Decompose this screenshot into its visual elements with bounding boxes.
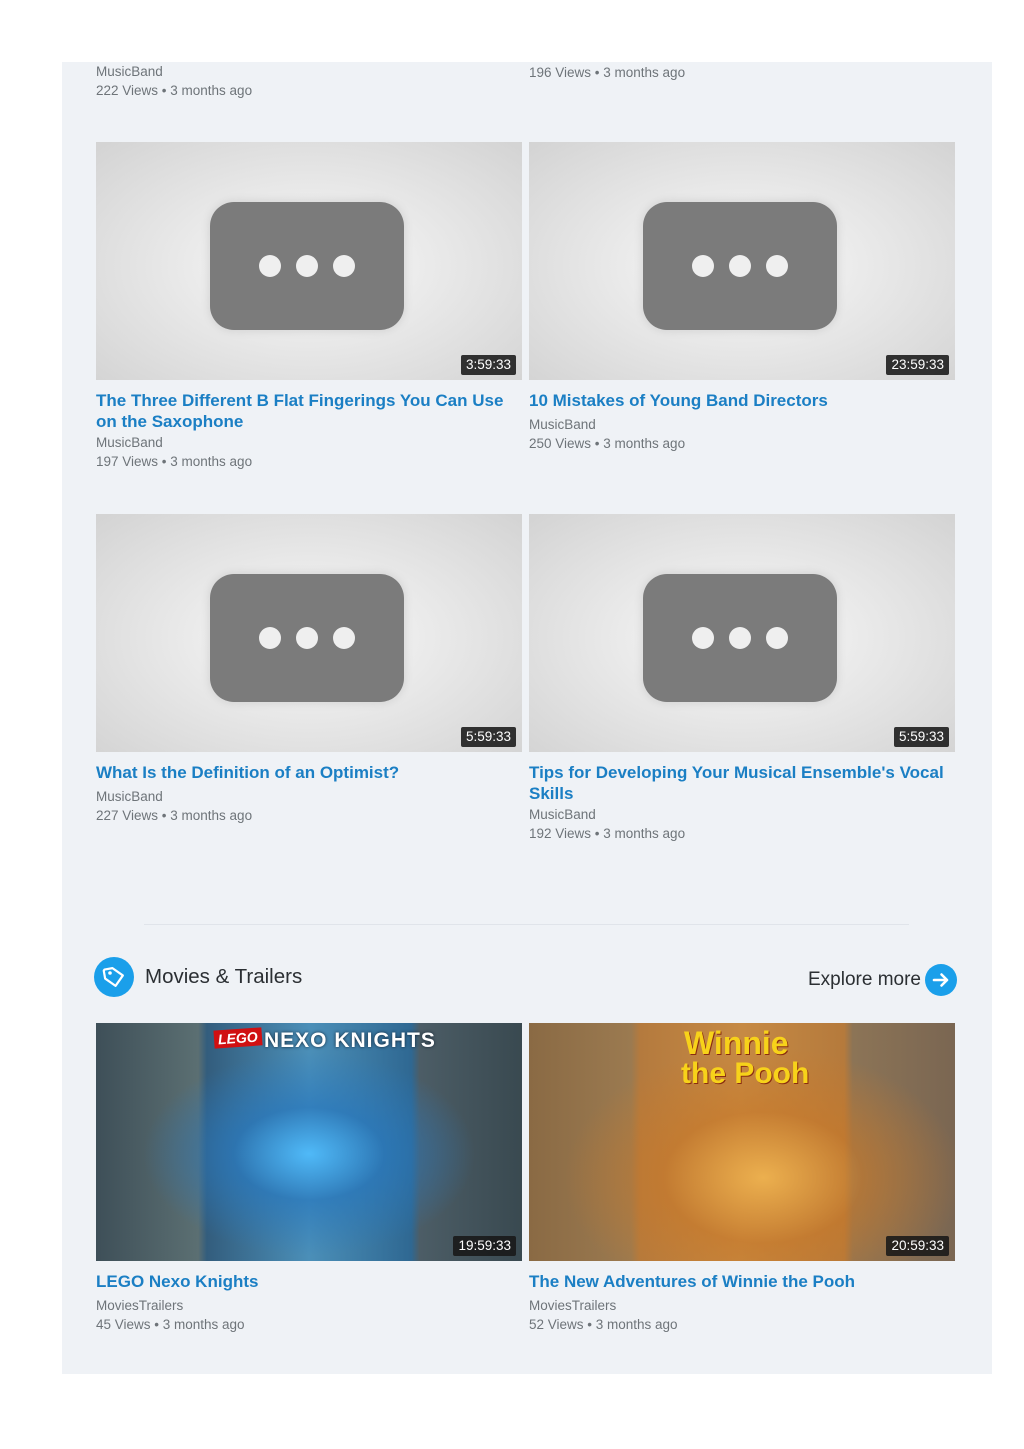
video-thumbnail[interactable]: 3:59:33 — [96, 142, 522, 380]
video-title[interactable]: The New Adventures of Winnie the Pooh — [529, 1272, 953, 1293]
poster-title: NEXO KNIGHTS — [264, 1029, 436, 1052]
section-divider — [144, 924, 909, 925]
video-placeholder-icon — [643, 202, 837, 330]
video-duration: 20:59:33 — [886, 1236, 949, 1256]
video-meta: 52 Views • 3 months ago — [529, 1317, 678, 1332]
video-duration: 3:59:33 — [460, 355, 516, 375]
video-meta: 222 Views • 3 months ago — [96, 83, 253, 98]
video-meta: 196 Views • 3 months ago — [529, 65, 686, 80]
video-title[interactable]: What Is the Definition of an Optimist? — [96, 763, 520, 784]
video-title[interactable]: Tips for Developing Your Musical Ensembl… — [529, 763, 953, 804]
video-meta: 250 Views • 3 months ago — [529, 436, 686, 451]
movie-thumbnail[interactable]: Winnie the Pooh 20:59:33 — [529, 1023, 955, 1261]
poster-title-line2: the Pooh — [681, 1057, 810, 1090]
explore-more-label: Explore more — [808, 969, 921, 990]
category-title: Movies & Trailers — [145, 965, 303, 988]
video-duration: 23:59:33 — [886, 355, 949, 375]
video-meta: 197 Views • 3 months ago — [96, 454, 253, 469]
video-channel[interactable]: MoviesTrailers — [529, 1296, 616, 1315]
explore-more-link[interactable]: Explore more — [808, 964, 957, 996]
video-thumbnail[interactable]: 5:59:33 — [96, 514, 522, 752]
video-title[interactable]: LEGO Nexo Knights — [96, 1272, 520, 1293]
video-title[interactable]: The Three Different B Flat Fingerings Yo… — [96, 391, 520, 432]
video-channel[interactable]: MusicBand — [529, 415, 596, 434]
video-placeholder-icon — [210, 574, 404, 702]
video-channel[interactable]: MoviesTrailers — [96, 1296, 183, 1315]
tag-icon[interactable] — [94, 957, 134, 997]
video-channel[interactable]: MusicBand — [529, 805, 596, 824]
video-channel[interactable]: MusicBand — [96, 433, 163, 452]
video-meta: 227 Views • 3 months ago — [96, 808, 253, 823]
video-channel[interactable]: MusicBand — [96, 62, 163, 81]
video-duration: 5:59:33 — [893, 727, 949, 747]
arrow-right-icon[interactable] — [925, 964, 957, 996]
video-title[interactable]: 10 Mistakes of Young Band Directors — [529, 391, 953, 412]
video-duration: 5:59:33 — [460, 727, 516, 747]
poster-brand: LEGO — [213, 1027, 263, 1049]
movie-thumbnail[interactable]: LEGO NEXO KNIGHTS 19:59:33 — [96, 1023, 522, 1261]
video-thumbnail[interactable]: 5:59:33 — [529, 514, 955, 752]
video-channel[interactable]: MusicBand — [96, 787, 163, 806]
video-duration: 19:59:33 — [453, 1236, 516, 1256]
video-meta: 45 Views • 3 months ago — [96, 1317, 245, 1332]
video-thumbnail[interactable]: 23:59:33 — [529, 142, 955, 380]
video-placeholder-icon — [643, 574, 837, 702]
video-placeholder-icon — [210, 202, 404, 330]
video-meta: 192 Views • 3 months ago — [529, 826, 686, 841]
